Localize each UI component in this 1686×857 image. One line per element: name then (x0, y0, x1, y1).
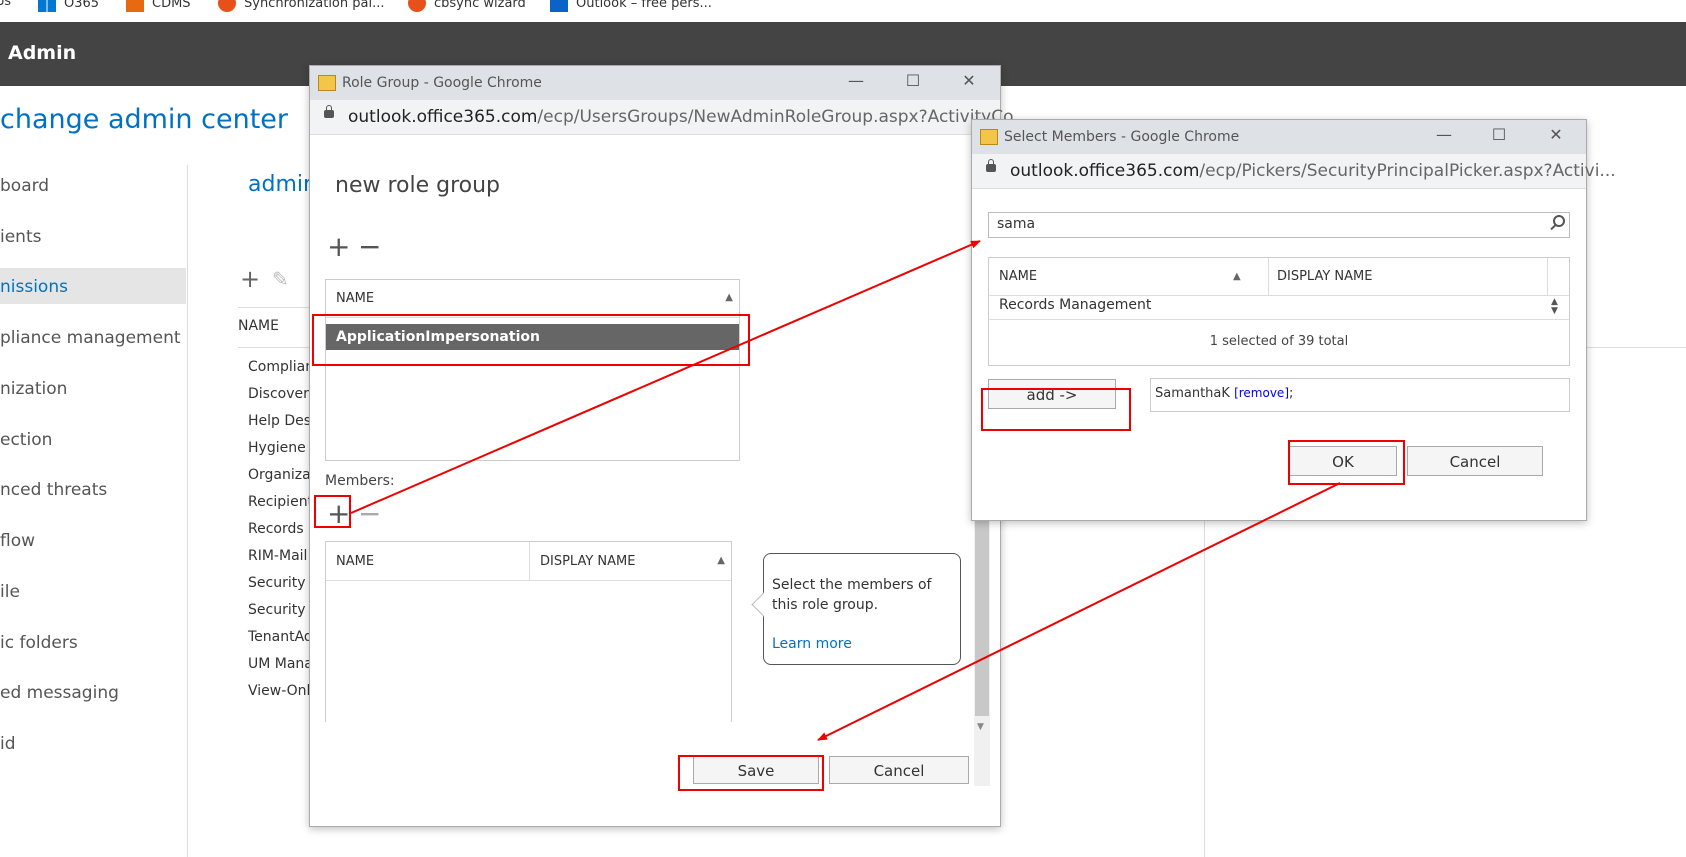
annotation-arrows (350, 240, 1341, 741)
arrow-ok-to-save (817, 482, 1341, 741)
arrow-add-to-picker (350, 240, 981, 514)
